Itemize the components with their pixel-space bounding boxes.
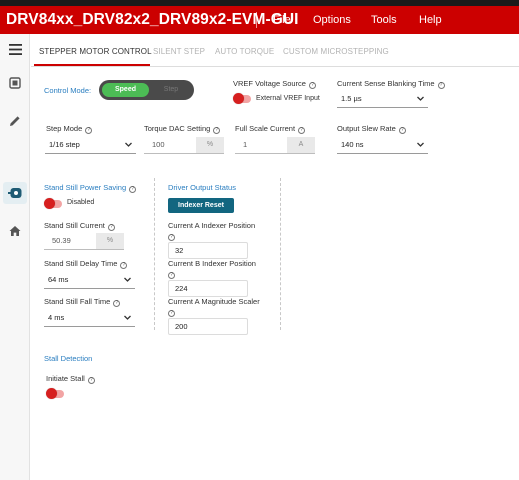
help-icon[interactable]: ? — [168, 231, 175, 241]
a-indexer-value: 32 — [168, 242, 248, 259]
initiate-stall-toggle[interactable] — [46, 388, 64, 399]
help-icon[interactable]: ? — [85, 127, 93, 134]
slew-rate-value: 140 ns — [341, 140, 364, 149]
tab-stepper-motor-control[interactable]: STEPPER MOTOR CONTROL — [39, 47, 152, 56]
standstill-delay-label: Stand Still Delay Time? — [44, 259, 128, 269]
help-icon[interactable]: ? — [113, 300, 121, 307]
app-header: DRV84xx_DRV82x2_DRV89x2-EVM-GUI File Opt… — [0, 6, 519, 34]
standstill-current-input[interactable]: 50.39 % — [44, 233, 124, 250]
vref-toggle-label: External VREF Input — [256, 95, 320, 102]
full-scale-current-input[interactable]: 1 A — [235, 137, 315, 154]
tab-bar: STEPPER MOTOR CONTROL SILENT STEP AUTO T… — [31, 34, 519, 67]
vref-toggle[interactable] — [233, 93, 251, 104]
b-indexer-label: Current B Indexer Position — [168, 259, 256, 268]
step-mode-label: Step Mode? — [46, 124, 93, 134]
blanking-time-label: Current Sense Blanking Time? — [337, 79, 445, 89]
menu-help[interactable]: Help — [419, 14, 442, 26]
chevron-down-icon — [125, 142, 132, 147]
help-icon[interactable]: ? — [120, 262, 128, 269]
vref-source-label: VREF Voltage Source? — [233, 79, 316, 89]
active-tab-indicator — [34, 64, 150, 66]
blanking-time-select[interactable]: 1.5 µs — [337, 91, 428, 108]
standstill-delay-select[interactable]: 64 ms — [44, 272, 135, 289]
standstill-fall-value: 4 ms — [48, 313, 65, 322]
menu-icon[interactable] — [7, 41, 23, 57]
standstill-fall-select[interactable]: 4 ms — [44, 310, 135, 327]
full-scale-current-label: Full Scale Current? — [235, 124, 306, 134]
indexer-reset-button[interactable]: Indexer Reset — [168, 198, 234, 213]
step-mode-value: 1/16 step — [49, 140, 80, 149]
driver-status-title: Driver Output Status — [168, 183, 236, 192]
torque-dac-value: 100 — [152, 140, 165, 149]
control-mode-switch[interactable]: Speed Step — [99, 80, 194, 100]
help-icon[interactable]: ? — [437, 82, 445, 89]
pencil-icon[interactable] — [7, 113, 23, 129]
motor-icon[interactable] — [7, 185, 23, 201]
chevron-down-icon — [417, 96, 424, 101]
section-divider — [280, 178, 281, 330]
torque-dac-unit: % — [196, 137, 224, 153]
menu-options[interactable]: Options — [313, 14, 351, 26]
chevron-down-icon — [417, 142, 424, 147]
toggle-knob — [44, 198, 55, 209]
help-icon[interactable]: ? — [298, 127, 306, 134]
help-icon[interactable]: ? — [168, 269, 175, 279]
toggle-knob — [233, 93, 244, 104]
help-icon[interactable]: ? — [168, 307, 175, 317]
control-mode-label: Control Mode: — [44, 86, 92, 95]
a-indexer-label: Current A Indexer Position — [168, 221, 256, 230]
chevron-down-icon — [124, 277, 131, 282]
standstill-current-label: Stand Still Current? — [44, 221, 115, 231]
tab-silent-step[interactable]: SILENT STEP — [153, 47, 205, 56]
help-icon[interactable]: ? — [213, 127, 221, 134]
standstill-current-value: 50.39 — [52, 236, 71, 245]
full-scale-current-unit: A — [287, 137, 315, 153]
initiate-stall-label: Initiate Stall? — [46, 374, 95, 384]
a-magnitude-label: Current A Magnitude Scaler — [168, 297, 260, 306]
help-icon[interactable]: ? — [398, 127, 406, 134]
tab-auto-torque[interactable]: AUTO TORQUE — [215, 47, 274, 56]
register-map-icon[interactable] — [7, 75, 23, 91]
standstill-delay-value: 64 ms — [48, 275, 69, 284]
menu-tools[interactable]: Tools — [371, 14, 397, 26]
help-icon[interactable]: ? — [87, 377, 95, 384]
a-magnitude-value: 200 — [168, 318, 248, 335]
toggle-knob — [46, 388, 57, 399]
standstill-fall-label: Stand Still Fall Time? — [44, 297, 121, 307]
header-divider — [256, 12, 257, 28]
torque-dac-input[interactable]: 100 % — [144, 137, 224, 154]
help-icon[interactable]: ? — [107, 224, 115, 231]
help-icon[interactable]: ? — [308, 82, 316, 89]
standstill-current-unit: % — [96, 233, 124, 249]
help-icon[interactable]: ? — [129, 186, 137, 193]
step-mode-select[interactable]: 1/16 step — [45, 137, 136, 154]
b-indexer-value: 224 — [168, 280, 248, 297]
menu-file[interactable]: File — [273, 14, 291, 26]
section-divider — [154, 178, 155, 330]
control-mode-step-option[interactable]: Step — [151, 83, 191, 97]
app-title: DRV84xx_DRV82x2_DRV89x2-EVM-GUI — [6, 11, 299, 28]
standstill-title: Stand Still Power Saving? — [44, 183, 137, 193]
sidebar — [0, 34, 30, 480]
slew-rate-select[interactable]: 140 ns — [337, 137, 428, 154]
chevron-down-icon — [124, 315, 131, 320]
slew-rate-label: Output Slew Rate? — [337, 124, 406, 134]
torque-dac-label: Torque DAC Setting? — [144, 124, 221, 134]
full-scale-current-value: 1 — [243, 140, 248, 149]
standstill-toggle-label: Disabled — [67, 199, 95, 206]
control-mode-speed-option[interactable]: Speed — [102, 83, 149, 97]
stall-detection-title: Stall Detection — [44, 354, 93, 363]
standstill-toggle[interactable] — [44, 198, 62, 209]
home-icon[interactable] — [7, 223, 23, 239]
tab-custom-microstepping[interactable]: CUSTOM MICROSTEPPING — [283, 47, 389, 56]
blanking-time-value: 1.5 µs — [341, 94, 362, 103]
